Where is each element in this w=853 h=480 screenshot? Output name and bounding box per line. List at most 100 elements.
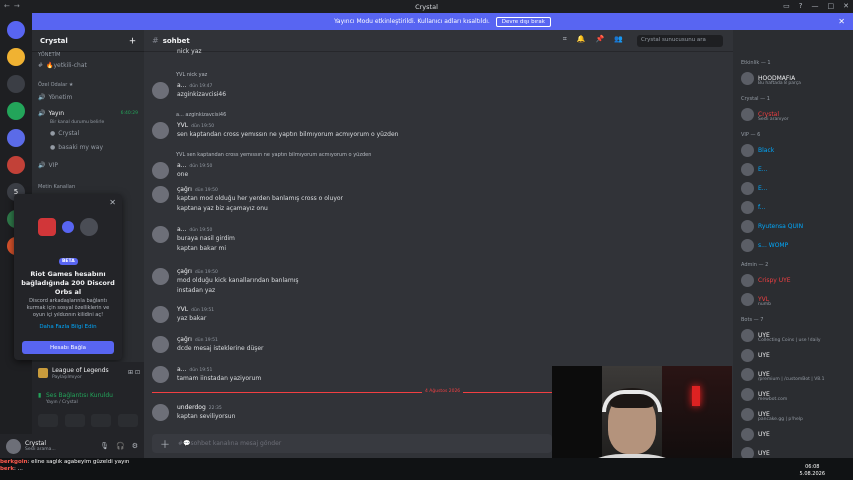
avatar[interactable]	[152, 336, 169, 353]
banner-close-icon[interactable]: ✕	[838, 17, 845, 26]
maximize-button[interactable]: □	[828, 2, 835, 10]
channel-category[interactable]: Özel Odalar ★	[38, 82, 73, 88]
author-name[interactable]: a...	[177, 226, 186, 233]
minimize-button[interactable]: —	[812, 2, 819, 10]
member-item[interactable]: HOODMAFIA Bu haftada 8 parça	[741, 72, 801, 86]
server-icon[interactable]	[7, 102, 25, 120]
message-author[interactable]: çağrı dün 19:51	[177, 336, 218, 343]
message-author[interactable]: a... dün 19:51	[177, 366, 212, 373]
server-icon[interactable]	[7, 75, 25, 93]
search-input[interactable]: Crystal sunucusunu ara	[637, 35, 723, 47]
avatar[interactable]	[152, 366, 169, 383]
member-item[interactable]: f...	[741, 201, 765, 214]
message-author[interactable]: YVL dün 19:50	[177, 122, 214, 129]
learn-more-link[interactable]: Daha Fazla Bilgi Edin	[20, 324, 116, 330]
author-name[interactable]: YVL	[177, 306, 188, 313]
popup-close-icon[interactable]: ✕	[109, 198, 116, 207]
member-item[interactable]: UYE	[741, 428, 770, 441]
channel-item[interactable]: ● basaki my way	[50, 144, 103, 151]
member-item[interactable]: Black	[741, 144, 774, 157]
message-author[interactable]: çağrı dün 19:50	[177, 268, 218, 275]
avatar[interactable]	[152, 226, 169, 243]
screen-share-icon[interactable]	[64, 414, 85, 427]
composer-placeholder[interactable]: #💬sohbet kanalına mesaj gönder	[178, 440, 281, 447]
avatar[interactable]	[6, 438, 21, 454]
server-header[interactable]: Crystal ＋	[32, 30, 144, 52]
avatar[interactable]	[152, 404, 169, 421]
window-title: Crystal	[415, 2, 438, 11]
author-name[interactable]: çağrı	[177, 186, 192, 193]
channel-label: Özel Odalar ★	[38, 82, 74, 88]
member-item[interactable]: UYE/premium | /customBot | V8.1	[741, 368, 824, 382]
avatar[interactable]	[152, 162, 169, 179]
message-author[interactable]: çağrı dün 19:50	[177, 186, 218, 193]
disable-streamer-mode-button[interactable]: Devre dışı bırak	[495, 16, 551, 27]
avatar[interactable]	[152, 186, 169, 203]
member-item[interactable]: E...	[741, 182, 768, 195]
author-name[interactable]: YVL	[177, 122, 188, 129]
member-item[interactable]: UYE	[741, 349, 770, 362]
close-button[interactable]: ✕	[843, 2, 849, 10]
channel-item[interactable]: 🔊 Yayın	[38, 110, 64, 117]
voice-status[interactable]: Ses Bağlantısı Kuruldu	[46, 392, 113, 399]
channel-item[interactable]: 🔊 VIP	[38, 162, 58, 169]
message-author[interactable]: a... dün 19:50	[177, 226, 212, 233]
soundboard-icon[interactable]	[117, 414, 138, 427]
channel-label: basaki my way	[58, 144, 104, 151]
title-bar: ← → Crystal ▭ ? — □ ✕	[0, 0, 853, 13]
reply-preview[interactable]: YVL nick yaz	[176, 72, 207, 78]
mute-video-icon[interactable]	[38, 414, 58, 427]
member-item[interactable]: s... WOMP	[741, 239, 788, 252]
channel-category[interactable]: Metin Kanalları	[38, 184, 75, 190]
microphone-icon[interactable]: 🎙	[100, 442, 109, 450]
author-name[interactable]: a...	[177, 162, 186, 169]
member-item[interactable]: UYE mewbot.com	[741, 388, 787, 402]
avatar[interactable]	[152, 82, 169, 99]
server-icon[interactable]	[7, 21, 25, 39]
member-item[interactable]: Crispy UYE	[741, 274, 791, 287]
message-author[interactable]: underdog 22:35	[177, 404, 222, 411]
member-list-icon[interactable]: 👥	[614, 35, 623, 44]
message-composer[interactable]: ＋ #💬sohbet kanalına mesaj gönder	[152, 434, 552, 453]
message-author[interactable]: YVL dün 19:51	[177, 306, 214, 313]
server-icon[interactable]	[7, 156, 25, 174]
inbox-icon[interactable]: ▭	[783, 2, 790, 10]
reply-preview[interactable]: a... azginkizavcisi46	[176, 112, 226, 118]
avatar[interactable]	[152, 306, 169, 323]
author-name[interactable]: a...	[177, 366, 186, 373]
avatar[interactable]	[152, 268, 169, 285]
game-controls-icon[interactable]: ⊞ ⊡	[128, 369, 140, 376]
member-item[interactable]: Crystal Sesli aranıyor	[741, 108, 789, 122]
member-item[interactable]: E...	[741, 163, 768, 176]
notification-bell-icon[interactable]: 🔔	[577, 35, 586, 44]
add-member-icon[interactable]: ＋	[129, 36, 136, 46]
author-name[interactable]: underdog	[177, 404, 206, 411]
author-name[interactable]: a...	[177, 82, 186, 89]
server-icon[interactable]	[7, 48, 25, 66]
author-name[interactable]: çağrı	[177, 336, 192, 343]
member-item[interactable]: Ryutensa QUIN	[741, 220, 803, 233]
channel-item[interactable]: # 🔥yetkili-chat	[38, 62, 87, 69]
channel-item[interactable]: 🔊 Yönetim	[38, 94, 72, 101]
channel-item[interactable]: Bir kanal durumu belirle	[50, 120, 104, 125]
message-author[interactable]: a... dün 19:50	[177, 162, 212, 169]
server-icon[interactable]	[7, 129, 25, 147]
message-author[interactable]: a... dün 19:47	[177, 82, 212, 89]
member-item[interactable]: UYE Collecting Coins | use !daily	[741, 329, 821, 343]
help-icon[interactable]: ?	[799, 2, 803, 10]
threads-icon[interactable]: ⌗	[563, 35, 567, 44]
settings-gear-icon[interactable]: ⚙	[132, 442, 138, 450]
channel-item[interactable]: ● Crystal	[50, 130, 79, 137]
add-attachment-icon[interactable]: ＋	[160, 436, 170, 451]
reply-preview[interactable]: YVL sen kaptandan cross yemıssın ne yapt…	[176, 152, 371, 158]
member-item[interactable]: YVL numb	[741, 293, 771, 307]
author-name[interactable]: çağrı	[177, 268, 192, 275]
pin-icon[interactable]: 📌	[596, 35, 605, 44]
channel-category[interactable]: YÖNETİM	[38, 52, 60, 58]
member-item[interactable]: UYE	[741, 447, 770, 458]
connect-account-button[interactable]: Hesabı Bağla	[22, 341, 114, 354]
headset-icon[interactable]: 🎧	[116, 442, 125, 450]
avatar[interactable]	[152, 122, 169, 139]
activities-icon[interactable]	[91, 414, 112, 427]
member-item[interactable]: UYE pancake.gg | p!help	[741, 408, 803, 422]
